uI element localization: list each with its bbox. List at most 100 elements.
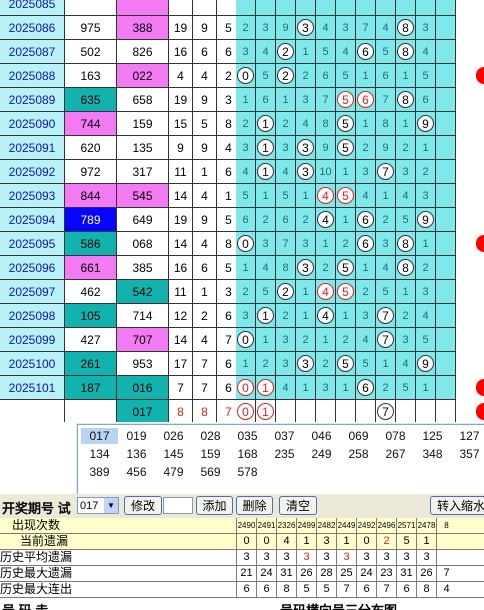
miss-count: 5 bbox=[342, 69, 349, 82]
digit-zone-cell: 6 bbox=[316, 64, 336, 88]
digit-zone-cell bbox=[416, 0, 436, 16]
digit-zone-cell: 6 bbox=[356, 40, 376, 64]
digit-zone-cell: 1 bbox=[376, 184, 396, 208]
number-picker-popup[interactable]: 017 019 026 028 035 037 046 069 078 125 127 134 136 1… bbox=[77, 424, 484, 496]
miss-count: 1 bbox=[262, 333, 269, 346]
period-cell: 2025093 bbox=[0, 184, 65, 208]
digit-zone-cell: 2 bbox=[276, 64, 296, 88]
digit-zone-cell bbox=[336, 400, 356, 422]
number-option[interactable]: 249 bbox=[303, 446, 340, 462]
draw-row: 2025089 635 658 19 9 3 1 6 1 3 7 5 6 7 8 6 bbox=[0, 88, 484, 112]
number-option[interactable]: 578 bbox=[229, 464, 266, 480]
number-option[interactable]: 136 bbox=[118, 446, 155, 462]
digit-zone-cell: 3 bbox=[396, 328, 416, 352]
number-option[interactable]: 028 bbox=[192, 428, 229, 444]
stats-table: 出现次数 2490 2491 2326 2499 2482 2449 2492 2496 2571… bbox=[0, 518, 484, 602]
number-option[interactable]: 037 bbox=[266, 428, 303, 444]
number-option[interactable]: 026 bbox=[155, 428, 192, 444]
trial-number-cell: 542 bbox=[117, 280, 169, 304]
miss-count: 1 bbox=[342, 309, 349, 322]
digit-zone-cell: 5 bbox=[396, 376, 416, 400]
miss-count: 5 bbox=[382, 285, 389, 298]
draw-number-cell: 975 bbox=[65, 16, 117, 40]
number-option[interactable]: 348 bbox=[414, 446, 451, 462]
chevron-down-icon[interactable]: ▼ bbox=[104, 498, 118, 513]
digit-zone-cell: 2 bbox=[316, 352, 336, 376]
number-input[interactable] bbox=[163, 497, 193, 514]
period-cell: 2025095 bbox=[0, 232, 65, 256]
digit-zone-cell: 2 bbox=[296, 208, 316, 232]
digit-zone-cell bbox=[316, 400, 336, 422]
sum-cell: 7 bbox=[193, 376, 217, 400]
stats-value: 3 bbox=[416, 550, 436, 565]
number-option[interactable]: 168 bbox=[229, 446, 266, 462]
period-cell: 2025091 bbox=[0, 136, 65, 160]
number-option[interactable]: 046 bbox=[303, 428, 340, 444]
number-option[interactable]: 479 bbox=[155, 464, 192, 480]
sum-cell: 8 bbox=[193, 400, 217, 422]
digit-zone-cell: 4 bbox=[396, 184, 416, 208]
number-option[interactable]: 159 bbox=[192, 446, 229, 462]
digit-zone-cell: 1 bbox=[236, 256, 256, 280]
number-option[interactable]: 134 bbox=[81, 446, 118, 462]
number-option[interactable]: 125 bbox=[414, 428, 451, 444]
stats-value: 7 bbox=[376, 582, 396, 597]
digit-zone-cell: 8 bbox=[396, 40, 416, 64]
stats-value: 25 bbox=[336, 566, 356, 581]
trial-number-cell: 649 bbox=[117, 208, 169, 232]
number-option[interactable]: 258 bbox=[340, 446, 377, 462]
number-option[interactable]: 035 bbox=[229, 428, 266, 444]
add-button[interactable]: 添加 bbox=[196, 496, 233, 515]
digit-zone-cell: 7 bbox=[276, 232, 296, 256]
stats-value: 1 bbox=[296, 534, 316, 549]
number-option[interactable]: 069 bbox=[340, 428, 377, 444]
miss-count: 6 bbox=[382, 69, 389, 82]
miss-count: 2 bbox=[382, 381, 389, 394]
number-option[interactable]: 235 bbox=[266, 446, 303, 462]
number-option[interactable]: 456 bbox=[118, 464, 155, 480]
digit-zone-cell: 7 bbox=[376, 304, 396, 328]
number-option[interactable]: 357 bbox=[451, 446, 484, 462]
number-option[interactable]: 019 bbox=[118, 428, 155, 444]
digit-zone-cell: 5 bbox=[376, 40, 396, 64]
digit-zone-cell: 5 bbox=[336, 352, 356, 376]
digit-zone-cell: 4 bbox=[376, 16, 396, 40]
hit-digit-marker: 1 bbox=[257, 163, 274, 180]
sum-cell: 16 bbox=[169, 40, 193, 64]
hit-digit-marker: 4 bbox=[317, 211, 334, 228]
number-option[interactable]: 145 bbox=[155, 446, 192, 462]
number-option[interactable]: 078 bbox=[377, 428, 414, 444]
hit-digit-marker: 7 bbox=[377, 163, 394, 180]
digit-zone-cell: 1 bbox=[416, 136, 436, 160]
stats-value: 3 bbox=[236, 550, 256, 565]
hit-digit-marker: 5 bbox=[337, 355, 354, 372]
digit-zone-cell: 3 bbox=[236, 304, 256, 328]
clear-button[interactable]: 清空 bbox=[279, 496, 317, 515]
import-button[interactable]: 转入缩水 bbox=[430, 496, 484, 515]
hit-digit-marker: 8 bbox=[397, 91, 414, 108]
delete-button[interactable]: 删除 bbox=[236, 496, 273, 515]
hit-digit-marker: 3 bbox=[297, 163, 314, 180]
period-cell: 2025100 bbox=[0, 352, 65, 376]
number-option[interactable]: 267 bbox=[377, 446, 414, 462]
number-option[interactable]: 569 bbox=[192, 464, 229, 480]
period-cell: 2025096 bbox=[0, 256, 65, 280]
number-option[interactable]: 127 bbox=[451, 428, 484, 444]
sum-cell bbox=[169, 0, 193, 16]
miss-count: 4 bbox=[322, 21, 329, 34]
modify-button[interactable]: 修改 bbox=[124, 496, 162, 515]
sum-cell: 12 bbox=[169, 304, 193, 328]
number-select-value: 017 bbox=[80, 500, 99, 512]
digit-zone-cell: 1 bbox=[416, 376, 436, 400]
number-option[interactable]: 389 bbox=[81, 464, 118, 480]
draw-number-cell: 661 bbox=[65, 256, 117, 280]
hit-digit-marker: 3 bbox=[297, 19, 314, 36]
period-cell: 2025085 bbox=[0, 0, 65, 16]
trial-number-cell: 388 bbox=[117, 16, 169, 40]
digit-zone-cell: 3 bbox=[276, 352, 296, 376]
number-select[interactable]: 017 ▼ bbox=[77, 497, 119, 514]
digit-zone-cell: 4 bbox=[316, 208, 336, 232]
sum-cell: 2 bbox=[193, 304, 217, 328]
number-option[interactable]: 017 bbox=[81, 428, 118, 444]
digit-zone-cell bbox=[436, 16, 456, 40]
